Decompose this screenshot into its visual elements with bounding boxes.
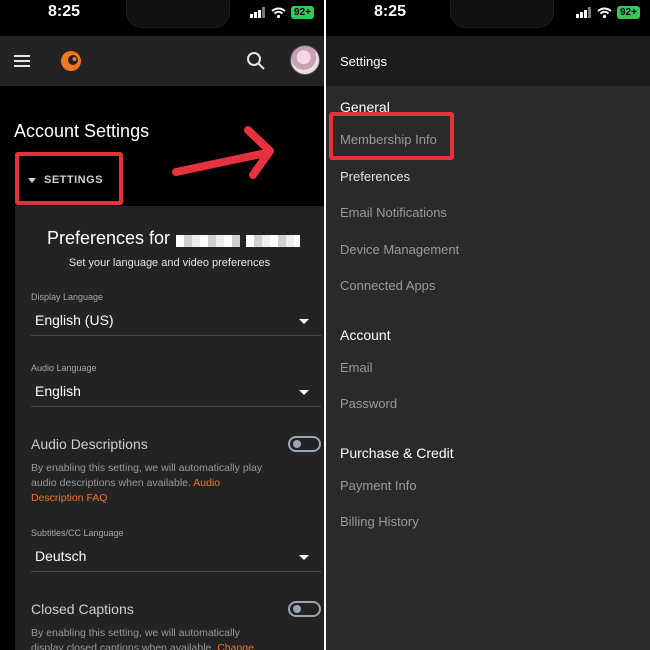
left-screenshot: 8:25 92+ Account Settings SETTINGS Prefe… bbox=[0, 0, 324, 650]
caret-down-icon bbox=[299, 319, 309, 324]
status-bar: 8:25 92+ bbox=[0, 0, 324, 36]
wifi-icon bbox=[271, 7, 286, 18]
audio-language-value: English bbox=[35, 383, 81, 399]
status-bar: 8:25 92+ bbox=[326, 0, 650, 36]
subtitles-language-select[interactable]: Deutsch bbox=[31, 546, 321, 572]
audio-descriptions-desc-text: By enabling this setting, we will automa… bbox=[31, 462, 263, 489]
status-time: 8:25 bbox=[48, 3, 81, 20]
audio-descriptions-title: Audio Descriptions bbox=[31, 436, 148, 452]
settings-menu: General Membership Info Preferences Emai… bbox=[326, 86, 650, 650]
menu-item-device-management[interactable]: Device Management bbox=[340, 242, 459, 257]
avatar[interactable] bbox=[290, 45, 320, 75]
battery-indicator: 92+ bbox=[617, 5, 640, 19]
search-icon[interactable] bbox=[246, 51, 266, 71]
closed-captions-description: By enabling this setting, we will automa… bbox=[31, 626, 271, 650]
status-icons: 92+ bbox=[576, 5, 640, 19]
wifi-icon bbox=[597, 7, 612, 18]
preferences-subtitle: Set your language and video preferences bbox=[68, 257, 271, 269]
hamburger-menu-icon[interactable] bbox=[14, 55, 30, 67]
redacted-username bbox=[176, 234, 241, 247]
signal-icon bbox=[576, 6, 591, 18]
status-time: 8:25 bbox=[374, 3, 407, 20]
menu-item-email-notifications[interactable]: Email Notifications bbox=[340, 205, 447, 220]
closed-captions-desc-text: By enabling this setting, we will automa… bbox=[31, 627, 240, 650]
caret-down-icon bbox=[299, 555, 309, 560]
preferences-card: Preferences for Set your language and vi… bbox=[15, 206, 324, 650]
menu-item-billing-history[interactable]: Billing History bbox=[340, 514, 419, 529]
closed-captions-title: Closed Captions bbox=[31, 601, 134, 617]
menu-item-preferences[interactable]: Preferences bbox=[340, 169, 410, 184]
menu-item-payment-info[interactable]: Payment Info bbox=[340, 478, 417, 493]
display-language-label: Display Language bbox=[31, 292, 104, 302]
redacted-username-2 bbox=[246, 234, 301, 247]
settings-header-title: Settings bbox=[340, 54, 387, 69]
signal-icon bbox=[250, 6, 265, 18]
right-screenshot: 8:25 92+ Settings General Membership Inf… bbox=[326, 0, 650, 650]
preferences-heading: Preferences for bbox=[47, 228, 301, 249]
battery-indicator: 92+ bbox=[291, 5, 314, 19]
dynamic-island bbox=[450, 0, 554, 28]
audio-descriptions-toggle[interactable] bbox=[288, 436, 321, 452]
closed-captions-change-link[interactable]: Change bbox=[217, 642, 254, 650]
subtitles-language-value: Deutsch bbox=[35, 548, 87, 564]
settings-highlight-box bbox=[15, 152, 123, 205]
audio-language-select[interactable]: English bbox=[31, 381, 321, 407]
page-title: Account Settings bbox=[14, 121, 150, 141]
app-bar bbox=[0, 36, 324, 86]
audio-language-label: Audio Language bbox=[31, 363, 97, 373]
dynamic-island bbox=[126, 0, 230, 28]
settings-header: Settings bbox=[326, 36, 650, 86]
display-language-select[interactable]: English (US) bbox=[31, 310, 321, 336]
menu-item-connected-apps[interactable]: Connected Apps bbox=[340, 278, 435, 293]
section-purchase-credit-title: Purchase & Credit bbox=[340, 445, 454, 461]
preferences-heading-text: Preferences for bbox=[47, 228, 171, 248]
right-arrow-annotation bbox=[172, 126, 274, 179]
caret-down-icon bbox=[299, 390, 309, 395]
display-language-value: English (US) bbox=[35, 312, 114, 328]
subtitles-language-label: Subtitles/CC Language bbox=[31, 528, 124, 538]
menu-item-email[interactable]: Email bbox=[340, 360, 373, 375]
membership-info-highlight-box bbox=[329, 112, 454, 160]
menu-item-password[interactable]: Password bbox=[340, 396, 397, 411]
closed-captions-toggle[interactable] bbox=[288, 601, 321, 617]
audio-descriptions-description: By enabling this setting, we will automa… bbox=[31, 461, 271, 506]
section-account-title: Account bbox=[340, 327, 391, 343]
status-icons: 92+ bbox=[250, 5, 314, 19]
crunchyroll-logo-icon[interactable] bbox=[60, 50, 82, 72]
